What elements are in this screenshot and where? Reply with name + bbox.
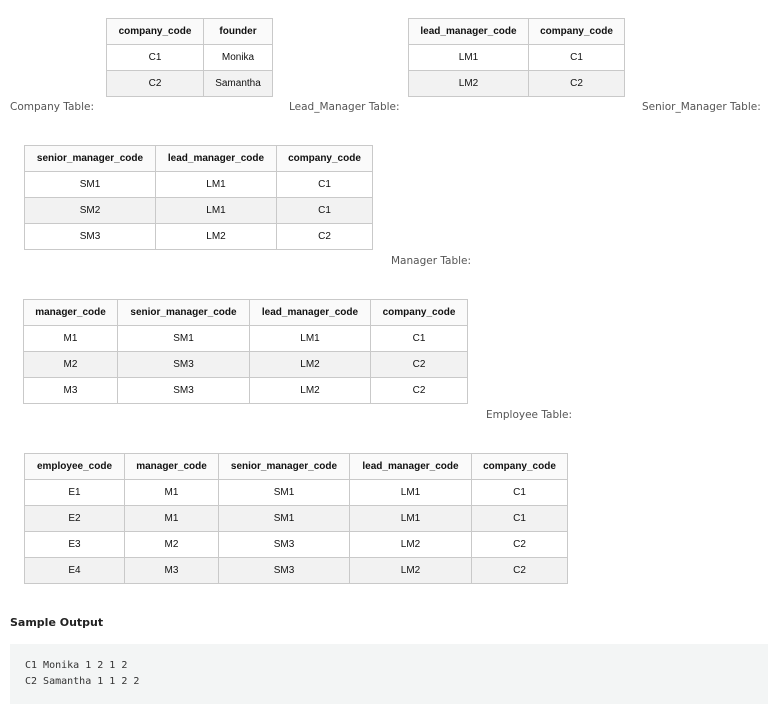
table-cell: LM1 <box>155 197 277 224</box>
table-cell: C1 <box>471 505 568 532</box>
table-cell: LM1 <box>349 479 472 506</box>
column-header: company_code <box>276 145 373 172</box>
table-row: C2 Samantha <box>106 70 273 97</box>
table-cell: C2 <box>528 70 625 97</box>
table-cell: M1 <box>124 505 219 532</box>
table-cell: M1 <box>124 479 219 506</box>
column-header: senior_manager_code <box>117 299 250 326</box>
table-cell: C1 <box>276 197 373 224</box>
column-header: senior_manager_code <box>218 453 350 480</box>
table-cell: C1 <box>471 479 568 506</box>
table-cell: M2 <box>23 351 118 378</box>
table-cell: SM2 <box>24 197 156 224</box>
table-cell: SM1 <box>24 171 156 198</box>
table-row: C1 Monika <box>106 44 273 71</box>
employee-table: employee_code manager_code senior_manage… <box>24 453 568 584</box>
table-cell: C1 <box>106 44 204 71</box>
column-header: company_code <box>528 18 625 45</box>
senior-manager-table: senior_manager_code lead_manager_code co… <box>24 145 373 250</box>
code-line: C2 Samantha 1 1 2 2 <box>25 676 140 687</box>
table-cell: LM2 <box>249 377 371 404</box>
table-cell: E3 <box>24 531 125 558</box>
column-header: manager_code <box>23 299 118 326</box>
column-header: manager_code <box>124 453 219 480</box>
column-header: senior_manager_code <box>24 145 156 172</box>
table-row: M2 SM3 LM2 C2 <box>23 351 468 378</box>
table-cell: SM1 <box>218 505 350 532</box>
table-cell: E1 <box>24 479 125 506</box>
table-row: E1 M1 SM1 LM1 C1 <box>24 479 568 506</box>
table-cell: LM2 <box>349 531 472 558</box>
table-cell: C2 <box>471 531 568 558</box>
manager-table-caption: Manager Table: <box>391 255 472 267</box>
table-cell: SM3 <box>218 531 350 558</box>
table-row: M1 SM1 LM1 C1 <box>23 325 468 352</box>
table-cell: SM1 <box>117 325 250 352</box>
table-header-row: company_code founder <box>106 18 273 45</box>
table-cell: SM3 <box>117 351 250 378</box>
column-header: company_code <box>106 18 204 45</box>
table-row: E4 M3 SM3 LM2 C2 <box>24 557 568 584</box>
table-row: SM3 LM2 C2 <box>24 223 373 250</box>
table-cell: SM3 <box>218 557 350 584</box>
sample-output-heading: Sample Output <box>10 616 104 629</box>
table-cell: Samantha <box>203 70 273 97</box>
table-cell: M1 <box>23 325 118 352</box>
table-cell: C2 <box>471 557 568 584</box>
company-table: company_code founder C1 Monika C2 Samant… <box>106 18 273 97</box>
table-cell: M2 <box>124 531 219 558</box>
column-header: lead_manager_code <box>408 18 529 45</box>
table-header-row: manager_code senior_manager_code lead_ma… <box>23 299 468 326</box>
table-cell: E2 <box>24 505 125 532</box>
table-cell: SM3 <box>117 377 250 404</box>
table-header-row: lead_manager_code company_code <box>408 18 625 45</box>
table-cell: LM2 <box>155 223 277 250</box>
table-cell: SM1 <box>218 479 350 506</box>
table-cell: C2 <box>370 377 468 404</box>
column-header: lead_manager_code <box>249 299 371 326</box>
column-header: company_code <box>471 453 568 480</box>
table-cell: LM1 <box>249 325 371 352</box>
table-cell: E4 <box>24 557 125 584</box>
table-cell: LM2 <box>408 70 529 97</box>
table-row: LM2 C2 <box>408 70 625 97</box>
column-header: employee_code <box>24 453 125 480</box>
table-cell: LM2 <box>349 557 472 584</box>
table-cell: C2 <box>276 223 373 250</box>
table-cell: M3 <box>124 557 219 584</box>
column-header: founder <box>203 18 273 45</box>
column-header: company_code <box>370 299 468 326</box>
table-cell: C1 <box>276 171 373 198</box>
lead-manager-table: lead_manager_code company_code LM1 C1 LM… <box>408 18 625 97</box>
manager-table: manager_code senior_manager_code lead_ma… <box>23 299 468 404</box>
code-line: C1 Monika 1 2 1 2 <box>25 660 128 671</box>
table-cell: SM3 <box>24 223 156 250</box>
table-cell: LM2 <box>249 351 371 378</box>
table-cell: C1 <box>528 44 625 71</box>
table-row: M3 SM3 LM2 C2 <box>23 377 468 404</box>
table-cell: C1 <box>370 325 468 352</box>
table-cell: LM1 <box>349 505 472 532</box>
sample-output-code-block: C1 Monika 1 2 1 2 C2 Samantha 1 1 2 2 <box>10 644 768 704</box>
table-row: SM2 LM1 C1 <box>24 197 373 224</box>
table-row: SM1 LM1 C1 <box>24 171 373 198</box>
table-row: E2 M1 SM1 LM1 C1 <box>24 505 568 532</box>
table-cell: C2 <box>106 70 204 97</box>
table-row: LM1 C1 <box>408 44 625 71</box>
table-cell: LM1 <box>408 44 529 71</box>
company-table-caption: Company Table: <box>10 101 94 113</box>
table-cell: M3 <box>23 377 118 404</box>
table-header-row: senior_manager_code lead_manager_code co… <box>24 145 373 172</box>
column-header: lead_manager_code <box>155 145 277 172</box>
lead-manager-table-caption: Lead_Manager Table: <box>289 101 400 113</box>
table-header-row: employee_code manager_code senior_manage… <box>24 453 568 480</box>
table-row: E3 M2 SM3 LM2 C2 <box>24 531 568 558</box>
employee-table-caption: Employee Table: <box>486 409 573 421</box>
table-cell: LM1 <box>155 171 277 198</box>
table-cell: Monika <box>203 44 273 71</box>
senior-manager-table-caption: Senior_Manager Table: <box>642 101 761 113</box>
column-header: lead_manager_code <box>349 453 472 480</box>
table-cell: C2 <box>370 351 468 378</box>
